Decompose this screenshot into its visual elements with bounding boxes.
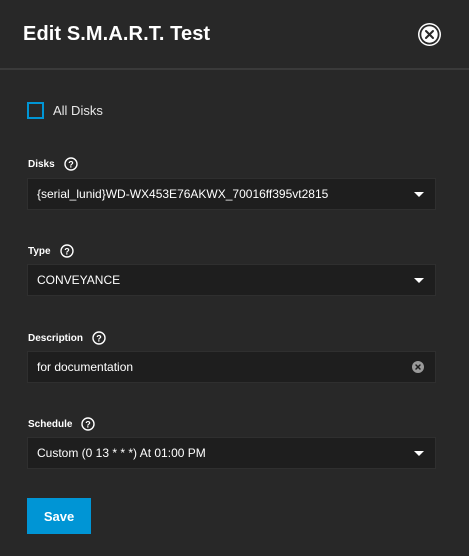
description-label: Description (28, 332, 84, 344)
chevron-down-icon (414, 278, 424, 283)
all-disks-label: All Disks (53, 103, 103, 118)
description-input-value[interactable]: for documentation (37, 360, 133, 374)
all-disks-checkbox[interactable]: All Disks (27, 102, 103, 119)
schedule-select[interactable]: Custom (0 13 * * *) At 01:00 PM (27, 437, 436, 469)
dialog-header: Edit S.M.A.R.T. Test (0, 0, 469, 70)
edit-smart-test-dialog: Edit S.M.A.R.T. Test All Disks Disks ? {… (0, 0, 469, 556)
disks-label-row: Disks ? (28, 157, 78, 171)
checkbox-box[interactable] (27, 102, 44, 119)
chevron-down-icon (414, 192, 424, 197)
type-select[interactable]: CONVEYANCE (27, 264, 436, 296)
svg-text:?: ? (96, 333, 102, 343)
chevron-down-icon (414, 451, 424, 456)
schedule-label: Schedule (28, 418, 73, 430)
svg-text:?: ? (64, 246, 70, 256)
close-icon (419, 24, 440, 45)
save-button[interactable]: Save (27, 498, 91, 534)
close-button[interactable] (418, 23, 441, 46)
disks-select[interactable]: {serial_lunid}WD-WX453E76AKWX_70016ff395… (27, 178, 436, 210)
description-label-row: Description ? (28, 331, 106, 345)
type-select-value: CONVEYANCE (37, 273, 121, 287)
description-input[interactable]: for documentation (27, 351, 436, 383)
schedule-select-value: Custom (0 13 * * *) At 01:00 PM (37, 446, 206, 460)
help-icon[interactable]: ? (92, 331, 106, 345)
help-icon[interactable]: ? (81, 417, 96, 431)
schedule-label-row: Schedule ? (28, 417, 96, 431)
disks-label: Disks (28, 158, 55, 170)
type-label-row: Type ? (28, 244, 74, 258)
clear-icon[interactable] (412, 361, 424, 373)
svg-text:?: ? (68, 159, 74, 169)
disks-select-value: {serial_lunid}WD-WX453E76AKWX_70016ff395… (37, 187, 329, 201)
help-icon[interactable]: ? (63, 157, 78, 171)
svg-text:?: ? (86, 419, 92, 429)
help-icon[interactable]: ? (59, 244, 74, 258)
dialog-title: Edit S.M.A.R.T. Test (23, 23, 211, 45)
type-label: Type (28, 245, 51, 257)
